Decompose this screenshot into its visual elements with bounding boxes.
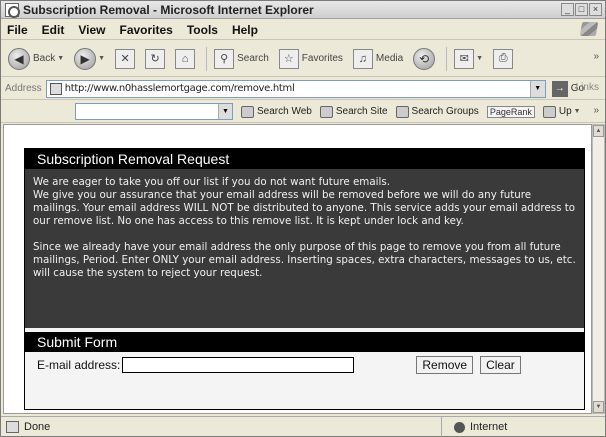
vertical-scrollbar[interactable]: ▲ ▼ (592, 124, 605, 414)
search-button[interactable]: ⚲ Search (211, 45, 272, 73)
print-button[interactable]: ⎙ (490, 45, 516, 73)
status-bar: Done Internet (1, 416, 605, 437)
menu-view[interactable]: View (78, 23, 105, 37)
search-icon: ⚲ (214, 48, 235, 69)
maximize-icon[interactable]: □ (575, 3, 588, 16)
removal-panel: Subscription Removal Request We are eage… (24, 148, 585, 410)
windows-flag-icon (579, 22, 599, 36)
address-dropdown-icon[interactable]: ▼ (529, 80, 545, 97)
history-button[interactable]: ⟲ (410, 45, 438, 73)
address-bar: Address http://www.n0hasslemortgage.com/… (1, 78, 605, 100)
pagerank-indicator[interactable]: PageRank (486, 105, 535, 118)
google-search-dropdown-icon[interactable]: ▼ (218, 104, 232, 119)
search-site-icon (319, 105, 333, 118)
browser-window: Subscription Removal - Microsoft Interne… (0, 0, 606, 437)
up-dropdown-icon[interactable]: ▼ (574, 108, 581, 115)
removal-description: We are eager to take you off our list if… (25, 169, 584, 328)
stop-button[interactable]: ✕ (112, 45, 138, 73)
scroll-down-icon[interactable]: ▼ (593, 401, 604, 413)
remove-button[interactable]: Remove (416, 356, 474, 374)
favorites-label: Favorites (301, 53, 343, 64)
print-icon: ⎙ (493, 48, 514, 69)
menu-edit[interactable]: Edit (42, 23, 65, 37)
forward-button[interactable]: ▶ ▼ (71, 45, 108, 73)
search-web-label: Search Web (257, 106, 312, 117)
up-button[interactable]: Up ▼ (542, 105, 581, 118)
email-field[interactable] (122, 357, 355, 373)
menu-favorites[interactable]: Favorites (119, 23, 172, 37)
search-web-button[interactable]: Search Web (241, 105, 312, 118)
title-bar: Subscription Removal - Microsoft Interne… (1, 1, 605, 19)
toolbar-separator (446, 46, 448, 71)
google-toolbar: ▼ Search Web Search Site Search Groups P… (1, 101, 605, 123)
back-arrow-icon: ◀ (8, 47, 30, 70)
zone-label: Internet (470, 421, 508, 433)
window-controls: _ □ × (561, 3, 602, 16)
internet-globe-icon (454, 421, 465, 433)
media-icon: ♫ (352, 48, 373, 69)
submit-form: E-mail address: Remove Clear (25, 352, 584, 378)
search-groups-icon (395, 105, 409, 118)
toolbar-more-icon[interactable]: » (593, 51, 599, 62)
status-page-icon (6, 421, 19, 433)
minimize-icon[interactable]: _ (561, 3, 574, 16)
refresh-icon: ↻ (145, 48, 166, 69)
home-button[interactable]: ⌂ (172, 45, 198, 73)
address-label: Address (5, 83, 42, 94)
history-icon: ⟲ (413, 47, 436, 70)
search-groups-label: Search Groups (411, 106, 479, 117)
menu-file[interactable]: File (7, 23, 28, 37)
back-dropdown-icon[interactable]: ▼ (57, 55, 64, 62)
description-paragraph-2: Since we already have your email address… (33, 241, 576, 279)
up-label: Up (558, 106, 572, 117)
home-icon: ⌂ (175, 48, 196, 69)
form-heading: Submit Form (25, 332, 584, 352)
mail-dropdown-icon[interactable]: ▼ (476, 55, 483, 62)
stop-icon: ✕ (115, 48, 136, 69)
up-icon (542, 105, 556, 118)
menu-tools[interactable]: Tools (187, 23, 218, 37)
address-url[interactable]: http://www.n0hasslemortgage.com/remove.h… (65, 83, 295, 94)
page-icon (49, 82, 62, 95)
toolbar-separator (206, 46, 208, 71)
search-site-button[interactable]: Search Site (319, 105, 388, 118)
window-title: Subscription Removal - Microsoft Interne… (23, 2, 314, 17)
search-web-icon (241, 105, 254, 118)
forward-arrow-icon: ▶ (74, 47, 97, 70)
ie-app-icon (5, 2, 20, 18)
description-paragraph-1: We are eager to take you off our list if… (33, 176, 576, 227)
close-icon[interactable]: × (589, 3, 602, 16)
page-title: Subscription Removal Request (25, 149, 584, 169)
mail-button[interactable]: ✉ ▼ (451, 45, 486, 73)
search-site-label: Search Site (335, 106, 388, 117)
page-content: Subscription Removal Request We are eage… (3, 124, 592, 414)
search-label: Search (237, 53, 269, 64)
mail-icon: ✉ (454, 48, 475, 69)
back-label: Back (33, 53, 56, 64)
standard-toolbar: ◀ Back ▼ ▶ ▼ ✕ ↻ ⌂ ⚲ Search ☆ Favorites … (1, 41, 605, 77)
email-label: E-mail address: (37, 358, 121, 372)
clear-button[interactable]: Clear (480, 356, 521, 374)
scroll-up-icon[interactable]: ▲ (593, 125, 604, 137)
search-groups-button[interactable]: Search Groups (395, 105, 479, 118)
forward-dropdown-icon[interactable]: ▼ (98, 55, 105, 62)
google-search-input[interactable]: ▼ (75, 103, 233, 120)
go-arrow-icon: → (551, 80, 568, 97)
google-toolbar-more-icon[interactable]: » (593, 105, 599, 116)
security-zone: Internet (441, 417, 605, 437)
media-label: Media (375, 53, 404, 64)
status-text: Done (24, 421, 51, 433)
back-button[interactable]: ◀ Back ▼ (5, 45, 67, 73)
refresh-button[interactable]: ↻ (142, 45, 168, 73)
menu-bar: File Edit View Favorites Tools Help (1, 20, 605, 40)
favorites-star-icon: ☆ (278, 48, 299, 69)
address-input[interactable]: http://www.n0hasslemortgage.com/remove.h… (45, 79, 546, 98)
menu-help[interactable]: Help (232, 23, 258, 37)
links-button[interactable]: Links (576, 82, 599, 93)
favorites-button[interactable]: ☆ Favorites (276, 45, 346, 73)
media-button[interactable]: ♫ Media (350, 45, 406, 73)
